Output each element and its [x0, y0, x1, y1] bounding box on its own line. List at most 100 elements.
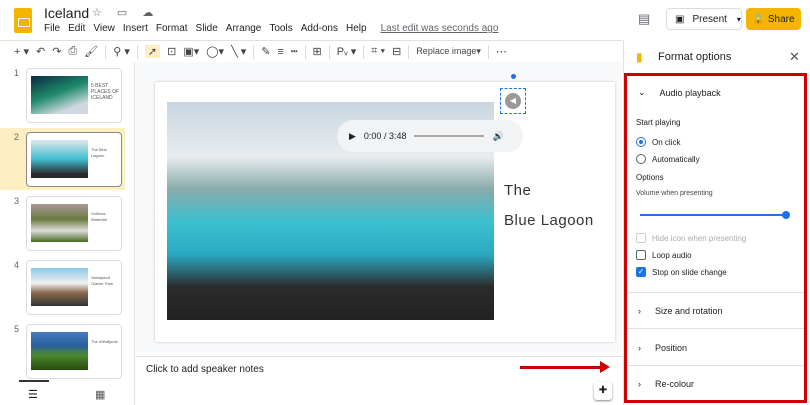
- menu-insert[interactable]: Insert: [123, 23, 148, 34]
- checkbox-loop-audio[interactable]: Loop audio: [636, 250, 692, 260]
- close-icon[interactable]: ✕: [789, 49, 800, 65]
- comments-icon[interactable]: ▤: [638, 11, 650, 27]
- last-edit-link[interactable]: Last edit was seconds ago: [381, 23, 499, 34]
- paint-format-icon[interactable]: 🖌: [84, 45, 98, 58]
- filmstrip: 1 5 BEST PLACES OF ICELAND 2 The Blue Lago…: [0, 62, 135, 405]
- share-label: Share: [767, 13, 795, 25]
- present-label: Present: [692, 13, 727, 25]
- slide-thumb-2[interactable]: 2 The Blue Lagoon: [0, 128, 125, 190]
- chevron-down-icon: ⌄: [638, 87, 646, 97]
- radio-on-click[interactable]: On click: [636, 137, 680, 147]
- doc-title[interactable]: Iceland: [44, 5, 89, 21]
- slide-number: 1: [14, 68, 20, 78]
- thumb-text: Vatnajokull Glacier Park: [91, 275, 114, 286]
- divider: [627, 328, 804, 329]
- divider: [363, 44, 365, 59]
- redo-icon[interactable]: ↷: [52, 45, 61, 58]
- star-icon[interactable]: ☆ ▭ ☁: [92, 6, 159, 19]
- pen-icon[interactable]: ✎: [261, 45, 270, 58]
- divider: [487, 44, 489, 59]
- grid-view-icon[interactable]: ▦: [95, 388, 105, 401]
- replace-image-button[interactable]: Replace image▾: [416, 46, 481, 57]
- zoom-icon[interactable]: ⚲ ▾: [113, 45, 130, 58]
- thumb-image: [31, 76, 88, 114]
- menu-format[interactable]: Format: [156, 23, 188, 34]
- slide-thumb-4[interactable]: 4 Vatnajokull Glacier Park: [0, 256, 125, 318]
- undo-icon[interactable]: ↶: [36, 45, 45, 58]
- volume-slider[interactable]: [640, 214, 786, 216]
- menu-arrange[interactable]: Arrange: [226, 23, 262, 34]
- menu-help[interactable]: Help: [346, 23, 367, 34]
- divider: [304, 44, 306, 59]
- checkbox-icon: [636, 233, 646, 243]
- thumb-image: [31, 204, 88, 242]
- options-label: Options: [636, 173, 664, 182]
- divider: [105, 44, 107, 59]
- textbox-icon[interactable]: ⊡: [167, 45, 176, 58]
- section-size-rotation[interactable]: › Size and rotation: [638, 306, 723, 316]
- share-button[interactable]: 🔒 Share: [746, 8, 801, 30]
- section-recolour[interactable]: › Re-colour: [638, 379, 694, 389]
- checkbox-hide-icon[interactable]: Hide icon when presenting: [636, 233, 746, 243]
- slide-title[interactable]: The Blue Lagoon: [504, 176, 594, 236]
- divider: [253, 44, 255, 59]
- option-label: Hide icon when presenting: [652, 233, 747, 243]
- slides-logo[interactable]: [14, 8, 32, 33]
- print-icon[interactable]: ⎙: [68, 45, 77, 58]
- select-icon[interactable]: ➚: [144, 45, 161, 58]
- volume-icon[interactable]: 🔊: [492, 131, 503, 142]
- progress-bar[interactable]: [414, 135, 485, 137]
- add-comment-icon[interactable]: ✚: [594, 382, 612, 400]
- volume-slider-thumb[interactable]: [782, 211, 790, 219]
- rotate-handle[interactable]: [511, 74, 516, 79]
- slide-thumb-3[interactable]: 3 Gullfoss Waterfall: [0, 192, 125, 254]
- slide-number: 2: [14, 132, 20, 142]
- audio-icon-selection[interactable]: ◀: [500, 88, 526, 114]
- present-icon: ▣: [675, 13, 685, 25]
- radio-automatically[interactable]: Automatically: [636, 154, 700, 164]
- line-icon[interactable]: ╲ ▾: [231, 45, 246, 58]
- radio-icon: [636, 154, 646, 164]
- checkbox-stop-on-slide-change[interactable]: ✓ Stop on slide change: [636, 267, 727, 277]
- thumb-text: 5 BEST PLACES OF ICELAND: [91, 83, 120, 101]
- option-label: Loop audio: [652, 250, 692, 260]
- slide-thumb-5[interactable]: 5 The Westfjords: [0, 320, 125, 382]
- menu-addons[interactable]: Add-ons: [301, 23, 338, 34]
- audio-player[interactable]: ▶ 0:00 / 3:48 🔊: [337, 120, 523, 152]
- image-icon[interactable]: ▣▾: [183, 45, 199, 58]
- check-icon: ✓: [636, 267, 646, 277]
- section-label: Re-colour: [655, 379, 695, 389]
- menu-bar: File Edit View Insert Format Slide Arran…: [44, 23, 498, 34]
- divider: [328, 44, 330, 59]
- shape-icon[interactable]: ◯▾: [206, 45, 224, 58]
- crop-icon[interactable]: ⌗ ▾: [371, 45, 385, 58]
- more-icon[interactable]: ⋯: [496, 45, 507, 58]
- menu-tools[interactable]: Tools: [269, 23, 292, 34]
- format-paint-icon: ▮: [636, 50, 643, 64]
- comment-icon[interactable]: ⊞: [313, 45, 322, 58]
- present-button[interactable]: ▣ Present ▾: [666, 8, 742, 30]
- filmstrip-view-icon[interactable]: ☰: [28, 388, 38, 401]
- menu-file[interactable]: File: [44, 23, 60, 34]
- player-time: 0:00 / 3:48: [363, 131, 407, 141]
- border-weight-icon[interactable]: ≡: [278, 46, 284, 58]
- menu-view[interactable]: View: [93, 23, 115, 34]
- play-icon[interactable]: ▶: [349, 131, 356, 142]
- menu-slide[interactable]: Slide: [196, 23, 218, 34]
- reset-image-icon[interactable]: ⊟: [392, 45, 401, 58]
- section-audio-playback[interactable]: ⌄ Audio playback: [638, 87, 721, 98]
- active-view-indicator: [19, 380, 49, 382]
- text-style-icon[interactable]: Pᵥ ▾: [337, 45, 356, 58]
- new-slide-icon[interactable]: + ▾: [14, 45, 29, 58]
- divider: [627, 365, 804, 366]
- section-position[interactable]: › Position: [638, 343, 687, 353]
- slide-thumb-1[interactable]: 1 5 BEST PLACES OF ICELAND: [0, 64, 125, 126]
- menu-edit[interactable]: Edit: [68, 23, 85, 34]
- border-dash-icon[interactable]: ┅: [291, 45, 298, 58]
- thumb-text: The Blue Lagoon: [91, 147, 108, 158]
- chevron-right-icon: ›: [638, 379, 641, 389]
- chevron-down-icon[interactable]: ▾: [737, 15, 741, 24]
- speaker-notes[interactable]: Click to add speaker notes: [136, 356, 622, 405]
- slide-title-line: The: [504, 182, 532, 199]
- start-playing-label: Start playing: [636, 118, 681, 127]
